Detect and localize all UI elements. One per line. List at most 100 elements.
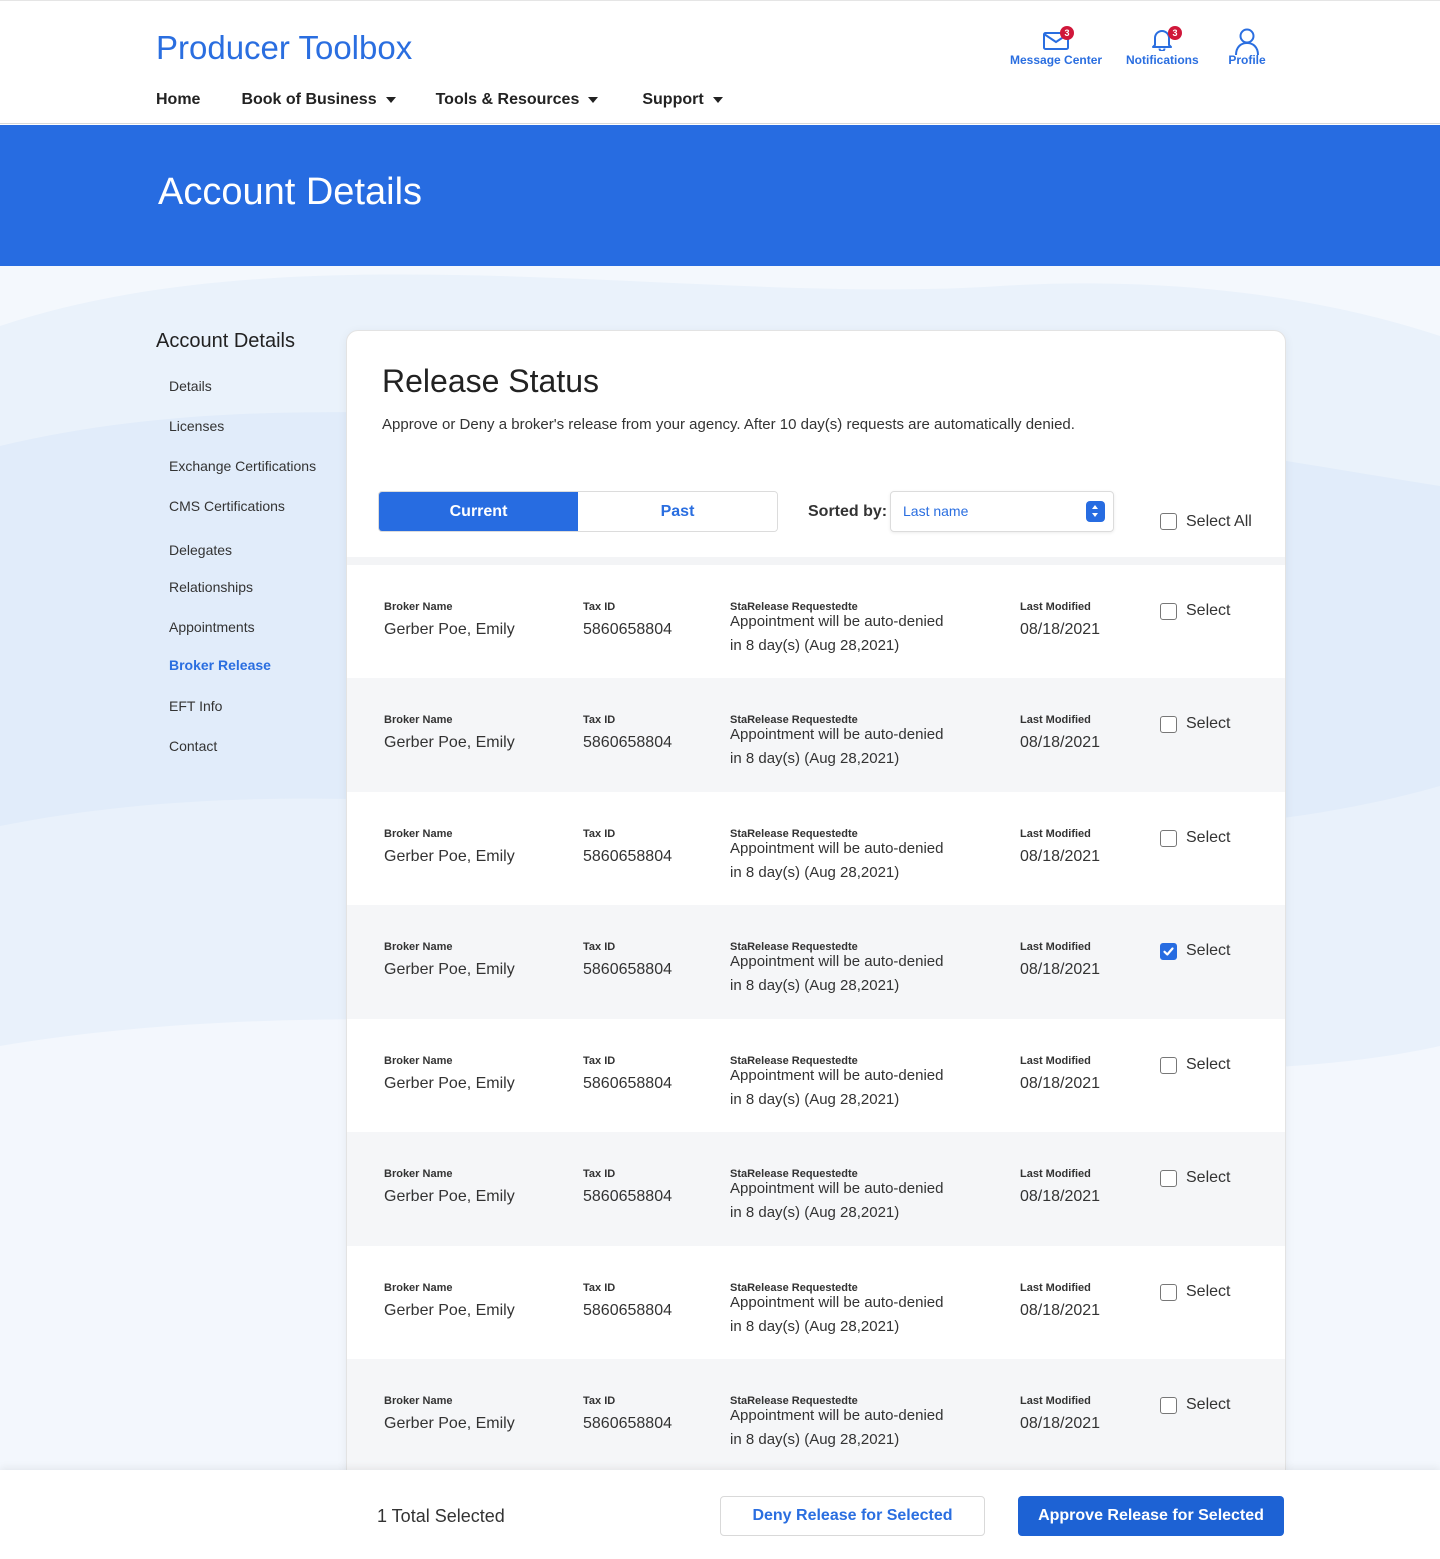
- tax-id-value: 5860658804: [583, 1075, 672, 1092]
- broker-name-value: Gerber Poe, Emily: [384, 621, 515, 638]
- nav-book-of-business[interactable]: Book of Business: [241, 89, 396, 111]
- sidebar-item-exchange-certifications[interactable]: Exchange Certifications: [169, 458, 316, 474]
- tab-past[interactable]: Past: [578, 492, 777, 531]
- select-all-checkbox[interactable]: [1160, 513, 1177, 530]
- row-select-label: Select: [1186, 715, 1231, 732]
- sort-select[interactable]: Last name: [890, 491, 1114, 532]
- nav-tools-resources-label: Tools & Resources: [435, 91, 580, 108]
- last-modified-value: 08/18/2021: [1020, 1415, 1101, 1432]
- status-value: Appointment will be auto-denied in 8 day(…: [730, 610, 990, 658]
- sidebar-item-eft-info[interactable]: EFT Info: [169, 698, 222, 714]
- brand-logo[interactable]: Producer Toolbox: [156, 29, 412, 67]
- broker-name-value: Gerber Poe, Emily: [384, 1302, 515, 1319]
- table-row: Broker Name Gerber Poe, Emily Tax ID 586…: [347, 678, 1285, 792]
- nav-tools-resources[interactable]: Tools & Resources: [436, 89, 599, 111]
- row-select-checkbox[interactable]: [1160, 716, 1177, 733]
- table-row: Broker Name Gerber Poe, Emily Tax ID 586…: [347, 565, 1285, 679]
- tax-id-value: 5860658804: [583, 621, 672, 638]
- status-line-2: in 8 day(s) (Aug 28,2021): [730, 1091, 900, 1108]
- last-modified-header: Last Modified: [1020, 828, 1091, 840]
- sidebar-item-cms-certifications[interactable]: CMS Certifications: [169, 498, 285, 514]
- notification-badge: 3: [1168, 26, 1182, 40]
- broker-name-value: Gerber Poe, Emily: [384, 961, 515, 978]
- last-modified-header: Last Modified: [1020, 1055, 1091, 1067]
- status-line-1: Appointment will be auto-denied: [730, 613, 944, 630]
- approve-release-button[interactable]: Approve Release for Selected: [1018, 1496, 1284, 1536]
- row-select-checkbox[interactable]: [1160, 1170, 1177, 1187]
- table-row: Broker Name Gerber Poe, Emily Tax ID 586…: [347, 1359, 1285, 1473]
- sidebar-item-delegates[interactable]: Delegates: [169, 542, 232, 558]
- last-modified-header: Last Modified: [1020, 601, 1091, 613]
- profile-label: Profile: [1228, 53, 1266, 67]
- tax-id-value: 5860658804: [583, 961, 672, 978]
- tax-id-header: Tax ID: [583, 828, 616, 840]
- status-line-2: in 8 day(s) (Aug 28,2021): [730, 1431, 900, 1448]
- user-icon: [1235, 28, 1259, 55]
- row-select-label: Select: [1186, 942, 1231, 959]
- sidebar-item-appointments[interactable]: Appointments: [169, 619, 255, 635]
- broker-name-header: Broker Name: [384, 828, 453, 840]
- notifications-label: Notifications: [1126, 53, 1199, 67]
- table-row: Broker Name Gerber Poe, Emily Tax ID 586…: [347, 1132, 1285, 1246]
- sort-value: Last name: [903, 503, 969, 519]
- row-select-checkbox[interactable]: [1160, 1284, 1177, 1301]
- row-select-checkbox[interactable]: [1160, 1057, 1177, 1074]
- row-select-label: Select: [1186, 1396, 1231, 1413]
- list-separator: [347, 557, 1285, 565]
- last-modified-value: 08/18/2021: [1020, 961, 1101, 978]
- status-line-1: Appointment will be auto-denied: [730, 1180, 944, 1197]
- tax-id-value: 5860658804: [583, 734, 672, 751]
- caret-down-icon: [712, 97, 723, 103]
- sidebar-item-licenses[interactable]: Licenses: [169, 418, 224, 434]
- status-line-2: in 8 day(s) (Aug 28,2021): [730, 1204, 900, 1221]
- sidebar-title: Account Details: [156, 330, 295, 352]
- tax-id-header: Tax ID: [583, 1395, 616, 1407]
- nav-home-label: Home: [156, 91, 201, 108]
- row-select-checkbox[interactable]: [1160, 603, 1177, 620]
- nav-support-label: Support: [642, 91, 704, 108]
- tax-id-header: Tax ID: [583, 1055, 616, 1067]
- row-select-label: Select: [1186, 1169, 1231, 1186]
- tax-id-value: 5860658804: [583, 848, 672, 865]
- broker-name-value: Gerber Poe, Emily: [384, 734, 515, 751]
- status-value: Appointment will be auto-denied in 8 day(…: [730, 1404, 990, 1452]
- tax-id-header: Tax ID: [583, 1168, 616, 1180]
- sidebar-item-contact[interactable]: Contact: [169, 738, 217, 754]
- deny-release-button[interactable]: Deny Release for Selected: [720, 1496, 985, 1536]
- tab-current[interactable]: Current: [379, 492, 578, 531]
- broker-name-header: Broker Name: [384, 1395, 453, 1407]
- page-banner: Account Details: [0, 125, 1440, 266]
- row-select-checkbox[interactable]: [1160, 943, 1177, 960]
- last-modified-value: 08/18/2021: [1020, 621, 1101, 638]
- broker-name-value: Gerber Poe, Emily: [384, 1188, 515, 1205]
- select-all-label: Select All: [1186, 513, 1252, 530]
- nav-home[interactable]: Home: [156, 89, 200, 111]
- status-line-1: Appointment will be auto-denied: [730, 1067, 944, 1084]
- table-row: Broker Name Gerber Poe, Emily Tax ID 586…: [347, 1246, 1285, 1360]
- row-select-checkbox[interactable]: [1160, 830, 1177, 847]
- caret-down-icon: [588, 97, 599, 103]
- status-value: Appointment will be auto-denied in 8 day(…: [730, 1291, 990, 1339]
- status-line-1: Appointment will be auto-denied: [730, 1407, 944, 1424]
- sidebar-item-relationships[interactable]: Relationships: [169, 579, 253, 595]
- sidebar-item-broker-release[interactable]: Broker Release: [169, 657, 271, 673]
- main-nav: Home Book of Business Tools & Resources …: [156, 89, 723, 111]
- sort-label: Sorted by:: [808, 503, 888, 520]
- select-arrows-icon: [1086, 501, 1105, 522]
- broker-name-header: Broker Name: [384, 1168, 453, 1180]
- nav-support[interactable]: Support: [642, 89, 723, 111]
- sidebar-item-details[interactable]: Details: [169, 378, 212, 394]
- row-select-checkbox[interactable]: [1160, 1397, 1177, 1414]
- top-header: Producer Toolbox Home Book of Business T…: [0, 0, 1440, 124]
- broker-name-header: Broker Name: [384, 601, 453, 613]
- notifications-button[interactable]: 3 Notifications: [1126, 26, 1199, 67]
- action-footer: 1 Total Selected Deny Release for Select…: [0, 1470, 1440, 1559]
- row-select-label: Select: [1186, 1283, 1231, 1300]
- message-center-button[interactable]: 3 Message Center: [1010, 26, 1102, 67]
- tax-id-value: 5860658804: [583, 1188, 672, 1205]
- status-line-1: Appointment will be auto-denied: [730, 726, 944, 743]
- total-selected: 1 Total Selected: [377, 1506, 505, 1526]
- profile-button[interactable]: Profile: [1224, 27, 1270, 67]
- status-value: Appointment will be auto-denied in 8 day(…: [730, 1177, 990, 1225]
- status-value: Appointment will be auto-denied in 8 day(…: [730, 837, 990, 885]
